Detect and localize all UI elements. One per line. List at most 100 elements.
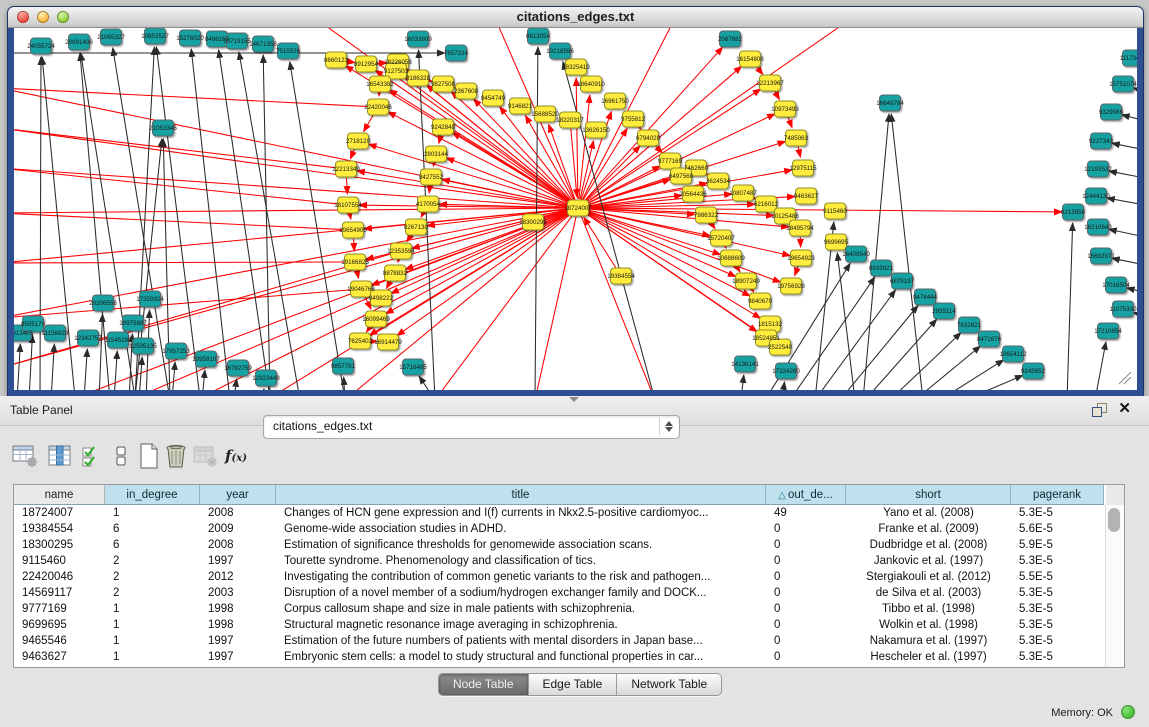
canvas-resize-grip-icon[interactable] [1119,372,1131,384]
citation-edge-red[interactable] [439,136,441,144]
citation-edge-black[interactable] [99,314,103,390]
citation-edge-black[interactable] [782,382,784,390]
citation-edge-black[interactable] [290,62,345,390]
citation-edge-black[interactable] [156,47,200,390]
table-row[interactable]: 977716911998Corpus callosum shape and si… [14,601,1106,617]
citation-edge-black[interactable] [1095,342,1106,390]
citation-edge-black[interactable] [1067,223,1073,390]
table-selector-dropdown[interactable]: citations_edges.txt [263,415,680,439]
citation-edge-red[interactable] [14,88,369,107]
citation-edge-black[interactable] [51,344,54,390]
citation-edge-red[interactable] [350,214,351,219]
citation-edge-red[interactable] [798,147,800,158]
citation-edge-red[interactable] [398,260,399,263]
tab-node-table[interactable]: Node Table [439,674,529,695]
create-table-icon[interactable] [134,441,164,471]
citation-edge-black[interactable] [191,49,230,390]
close-panel-icon[interactable]: ✕ [1118,400,1131,418]
citation-edge-red[interactable] [364,115,374,132]
table-settings-icon[interactable] [10,441,40,471]
table-row[interactable]: 2242004622012Investigating the contribut… [14,569,1106,585]
citation-edge-black[interactable] [890,333,961,390]
citation-edge-red[interactable] [14,208,569,213]
citation-edge-black[interactable] [1122,115,1137,122]
citation-edge-black[interactable] [29,335,32,390]
column-header-in_degree[interactable]: in_degree [105,485,200,505]
memory-status-indicator-icon[interactable] [1121,705,1135,719]
citation-edge-red[interactable] [354,239,355,251]
citation-edge-red[interactable] [576,78,578,199]
scrollbar-thumb[interactable] [1108,508,1120,532]
column-header-pagerank[interactable]: pagerank [1011,485,1104,505]
citation-edge-black[interactable] [17,344,20,390]
citation-edge-red[interactable] [386,281,390,289]
citation-edge-black[interactable] [891,114,923,390]
function-builder-icon[interactable]: f(x) [221,441,251,471]
citation-edge-black[interactable] [419,376,435,390]
citation-edge-black[interactable] [172,362,175,390]
column-visibility-icon[interactable] [45,441,75,471]
column-header-year[interactable]: year [200,485,276,505]
citation-edge-red[interactable] [14,168,569,207]
delete-table-icon[interactable] [161,441,191,471]
citation-edge-red[interactable] [350,149,354,159]
citation-edge-black[interactable] [840,305,918,390]
table-row[interactable]: 1456911722003Disruption of a novel membe… [14,585,1106,601]
table-row[interactable]: 946554611997Estimation of the future num… [14,633,1106,649]
table-row[interactable]: 1938455462009Genome-wide association stu… [14,521,1106,537]
citation-edge-black[interactable] [1107,198,1137,206]
citation-edge-red[interactable] [357,271,359,278]
citation-edge-black[interactable] [84,349,87,390]
column-header-title[interactable]: title [276,485,766,505]
column-header-short[interactable]: short [846,485,1011,505]
network-graph[interactable]: 1872400718300295866012389129541822605891… [14,28,1137,390]
citation-edge-red[interactable] [581,216,655,390]
citation-edge-black[interactable] [40,57,41,390]
row-height-icon[interactable] [106,441,136,471]
tab-network-table[interactable]: Network Table [617,674,721,695]
graph-node-label: 10719155 [223,38,251,45]
citation-edge-black[interactable] [114,351,117,390]
table-row[interactable]: 969969511998Structural magnetic resonanc… [14,617,1106,633]
citation-edge-black[interactable] [202,370,205,390]
citation-edge-red[interactable] [571,129,577,197]
column-header-name[interactable]: name [14,485,105,505]
citation-edge-black[interactable] [940,360,1004,390]
citation-edge-red[interactable] [14,168,339,204]
table-row[interactable]: 1830029562008Estimation of significance … [14,537,1106,553]
table-row[interactable]: 946362711997Embryonic stem cells: a mode… [14,649,1106,665]
citation-edge-black[interactable] [1109,171,1137,179]
panel-drag-handle-icon[interactable] [569,397,579,402]
cell-name: 22420046 [14,569,105,585]
select-all-icon[interactable] [76,441,106,471]
citation-edge-red[interactable] [421,212,424,217]
network-view-canvas[interactable]: 1872400718300295866012389129541822605891… [14,28,1137,390]
citation-edge-black[interactable] [837,253,855,390]
citation-edge-red[interactable] [788,117,792,127]
table-row[interactable]: 1872400712008Changes of HCN gene express… [14,505,1106,521]
citation-edge-red[interactable] [14,262,346,263]
citation-edge-red[interactable] [433,163,434,166]
tab-edge-table[interactable]: Edge Table [529,674,618,695]
citation-edge-red[interactable] [535,217,576,390]
float-panel-icon[interactable] [1092,403,1107,417]
citation-edge-black[interactable] [865,319,937,390]
column-header-out_de[interactable]: △out_de... [766,485,846,505]
window-titlebar[interactable]: citations_edges.txt [8,7,1143,28]
citation-edge-black[interactable] [1112,258,1137,266]
citation-edge-black[interactable] [1109,229,1137,238]
citation-edge-black[interactable] [741,375,744,390]
citation-edge-black[interactable] [344,377,345,390]
graph-node-label: 19756928 [777,283,805,290]
citation-edge-black[interactable] [262,389,264,390]
citation-edge-black[interactable] [915,346,981,390]
table-vertical-scrollbar[interactable] [1105,505,1124,667]
citation-edge-red[interactable] [579,95,590,199]
cell-name: 9777169 [14,601,105,617]
table-row[interactable]: 911546021997Tourette syndrome. Phenomeno… [14,553,1106,569]
citation-edge-red[interactable] [774,91,779,100]
citation-edge-red[interactable] [584,146,640,202]
citation-edge-black[interactable] [1112,143,1137,151]
citation-edge-black[interactable] [965,375,1023,390]
citation-edge-red[interactable] [795,266,798,275]
